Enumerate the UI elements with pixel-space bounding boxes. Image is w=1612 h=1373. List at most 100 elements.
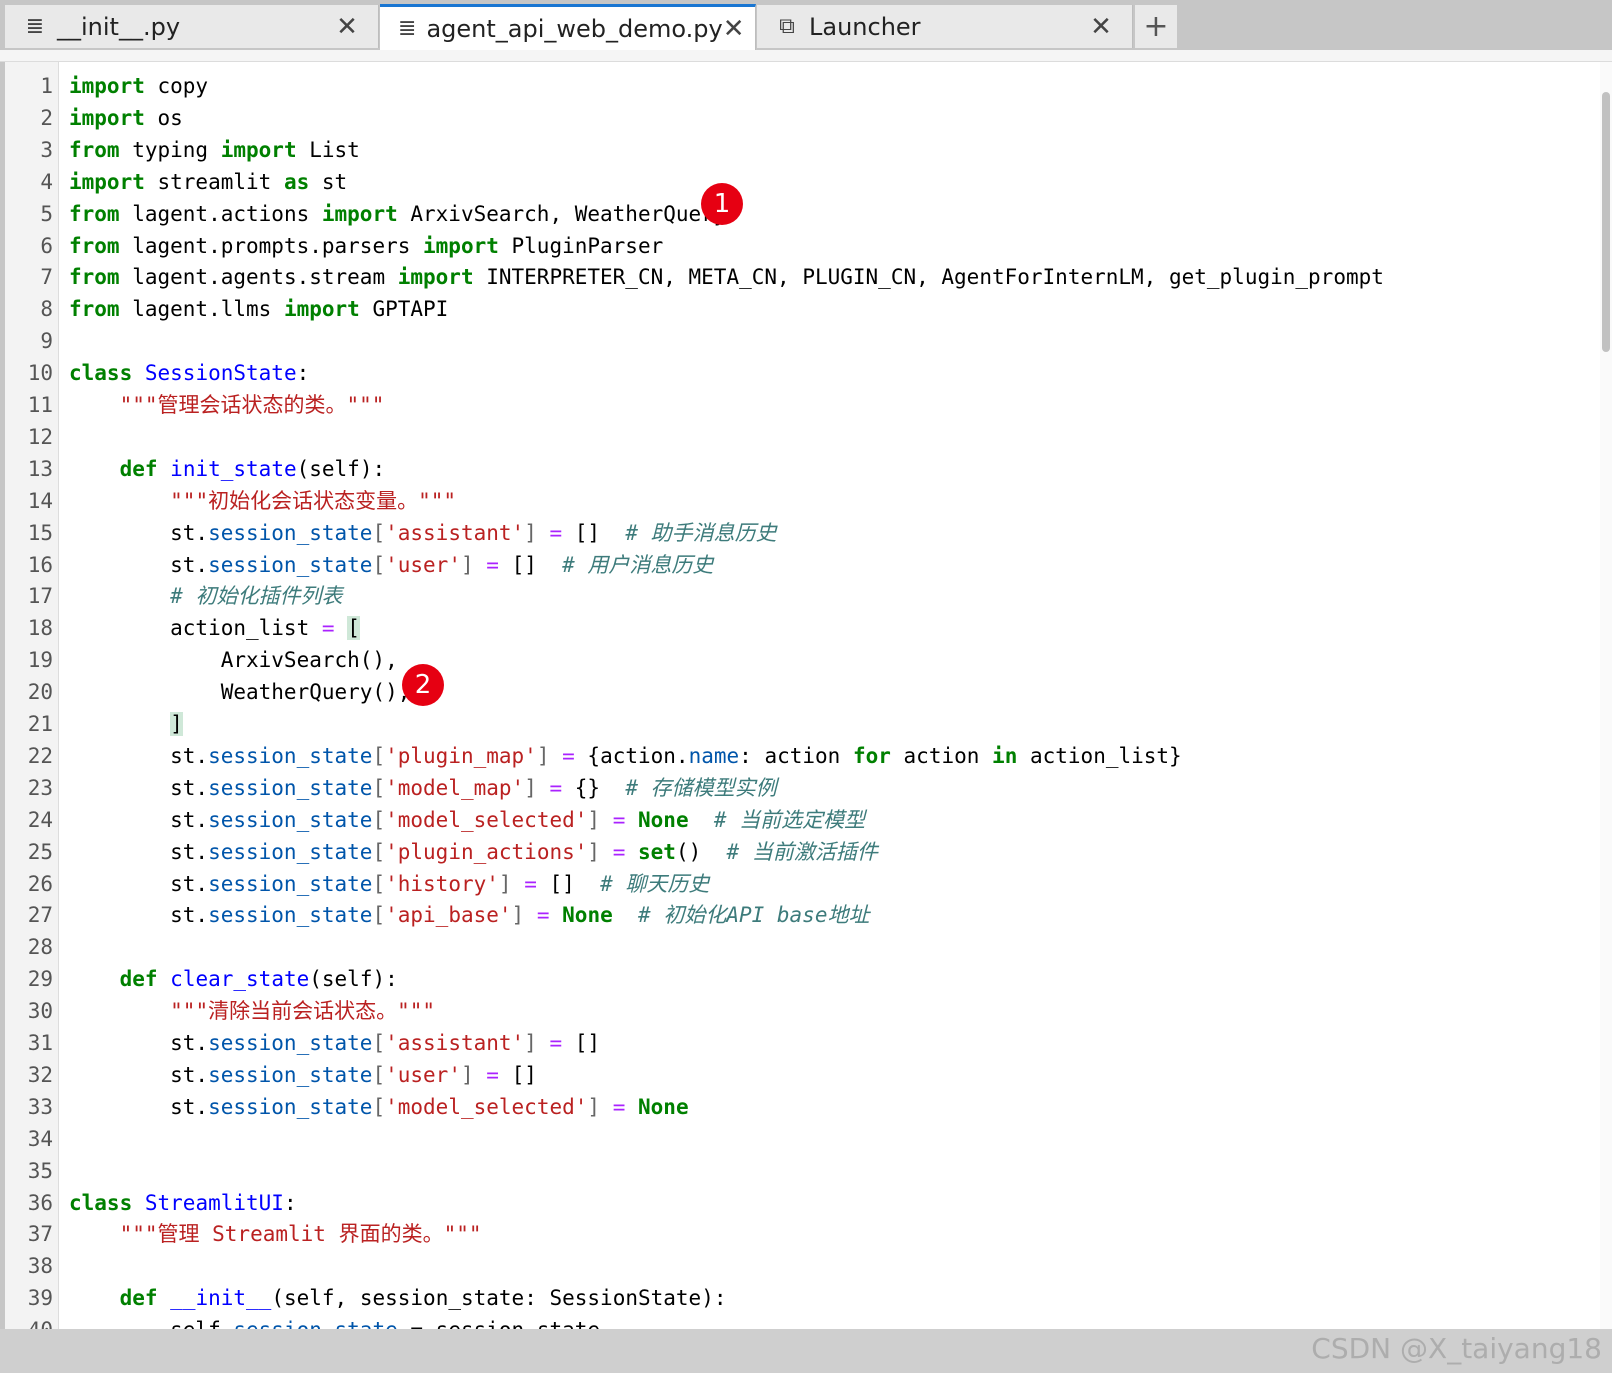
- tab-init-py[interactable]: ≣ __init__.py ✕: [5, 5, 379, 48]
- code-token: =: [612, 839, 626, 864]
- code-token: ArxivSearch, WeatherQuery: [397, 201, 727, 226]
- line-number: 5: [40, 201, 53, 226]
- close-icon[interactable]: ✕: [332, 12, 362, 42]
- code-line: ArxivSearch(),: [69, 644, 398, 677]
- code-token: =: [549, 775, 563, 800]
- code-token: session_state: [208, 807, 373, 832]
- line-number: 39: [27, 1286, 53, 1311]
- line-number: 31: [27, 1031, 53, 1055]
- code-token: st.: [69, 775, 209, 800]
- line-number: 36: [27, 1190, 53, 1215]
- vertical-scrollbar[interactable]: [1600, 62, 1612, 1373]
- code-token: [: [372, 520, 386, 545]
- code-token: # 初始化插件列表: [170, 584, 343, 609]
- code-token: []: [498, 1062, 537, 1087]
- code-token: """管理会话状态的类。""": [119, 393, 385, 417]
- code-token: List: [296, 137, 360, 162]
- code-token: WeatherQuery(),: [69, 680, 411, 705]
- code-line: import copy: [69, 70, 208, 103]
- code-token: for: [852, 743, 891, 768]
- code-token: []: [562, 520, 626, 545]
- code-line: from typing import List: [69, 134, 360, 167]
- code-token: session_state: [208, 520, 373, 545]
- code-line: """清除当前会话状态。""": [69, 995, 435, 1028]
- code-token: ]: [170, 712, 183, 736]
- code-token: ]: [587, 839, 613, 864]
- line-number: 9: [40, 329, 53, 354]
- code-token: {}: [562, 775, 626, 800]
- code-line: ]: [69, 708, 183, 741]
- tab-launcher[interactable]: ⧉ Launcher ✕: [757, 5, 1133, 48]
- code-token: st.: [69, 520, 209, 545]
- line-number: 15: [27, 520, 53, 545]
- line-number: 26: [27, 871, 53, 896]
- code-token: streamlit: [144, 169, 284, 194]
- text-file-icon: ≣: [25, 14, 45, 39]
- code-token: PluginParser: [498, 233, 664, 258]
- text-file-icon: ≣: [398, 16, 417, 41]
- add-tab-button[interactable]: +: [1135, 5, 1177, 48]
- code-token: # 初始化API base地址: [638, 903, 870, 928]
- code-line: import streamlit as st: [69, 166, 347, 199]
- code-line: from lagent.llms import GPTAPI: [69, 293, 448, 326]
- code-token: 'user': [385, 552, 461, 577]
- line-number: 21: [27, 712, 53, 736]
- code-token: st.: [69, 1062, 209, 1087]
- code-line: st.session_state['assistant'] = []: [69, 1027, 600, 1060]
- close-icon[interactable]: ✕: [1086, 12, 1116, 42]
- line-number: 14: [27, 488, 53, 513]
- tab-agent-api-web-demo[interactable]: ≣ agent_api_web_demo.py ✕: [380, 4, 756, 50]
- code-token: =: [486, 552, 499, 577]
- code-token: [: [347, 616, 360, 641]
- code-token: 'history': [385, 871, 499, 896]
- code-token: # 存储模型实例: [625, 775, 777, 800]
- code-token: [: [372, 871, 386, 896]
- line-number: 8: [40, 297, 53, 322]
- external-launch-icon: ⧉: [779, 14, 795, 39]
- code-token: lagent.prompts.parsers: [119, 233, 424, 258]
- code-editor[interactable]: 1 import copy 2 import os 3 from typing impor…: [5, 62, 1612, 1373]
- code-token: from: [69, 297, 120, 322]
- code-token: st.: [69, 1031, 209, 1055]
- code-token: session_state: [208, 552, 373, 577]
- code-token: def: [119, 1286, 158, 1311]
- code-token: ]: [587, 807, 613, 832]
- code-token: 'plugin_map': [385, 743, 537, 768]
- code-token: =: [549, 1031, 563, 1055]
- close-icon[interactable]: ✕: [723, 14, 745, 44]
- code-token: from: [69, 265, 120, 290]
- code-token: session_state: [208, 775, 373, 800]
- code-token: []: [562, 1031, 601, 1055]
- tab-label: agent_api_web_demo.py: [426, 14, 723, 43]
- code-token: 'assistant': [385, 520, 525, 545]
- code-token: ]: [536, 743, 563, 768]
- line-number: 25: [27, 839, 53, 864]
- code-token: __init__: [170, 1286, 272, 1311]
- code-token: []: [536, 871, 601, 896]
- code-token: {action.: [574, 743, 689, 768]
- code-token: import: [220, 137, 297, 162]
- scrollbar-thumb[interactable]: [1602, 92, 1610, 352]
- code-token: init_state: [170, 456, 297, 481]
- code-token: INTERPRETER_CN, META_CN, PLUGIN_CN, Agen…: [473, 265, 1384, 290]
- code-token: # 聊天历史: [600, 871, 710, 896]
- code-line: st.session_state['user'] = []: [69, 1059, 537, 1092]
- code-line: st.session_state['model_map'] = {} # 存储模…: [69, 772, 777, 805]
- code-token: [: [372, 775, 386, 800]
- code-token: name: [688, 743, 740, 768]
- line-number: 28: [27, 935, 53, 960]
- code-line: import os: [69, 102, 183, 135]
- line-number: 11: [27, 393, 53, 417]
- code-token: [: [372, 839, 386, 864]
